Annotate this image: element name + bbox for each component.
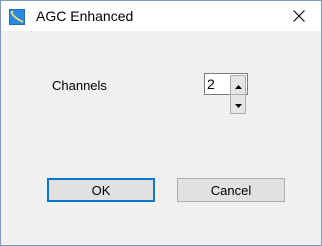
spin-buttons — [230, 75, 246, 114]
channels-input[interactable] — [207, 75, 229, 93]
channels-spinner[interactable] — [204, 73, 248, 114]
close-icon — [293, 10, 305, 22]
close-button[interactable] — [277, 1, 321, 31]
spin-down-button[interactable] — [230, 95, 246, 114]
dialog-body — [1, 31, 321, 245]
cancel-button[interactable]: Cancel — [177, 178, 285, 202]
arrow-down-icon — [234, 95, 242, 113]
spin-up-button[interactable] — [230, 75, 246, 95]
arrow-up-icon — [234, 76, 242, 94]
ok-button[interactable]: OK — [47, 178, 155, 202]
window-title: AGC Enhanced — [36, 8, 134, 24]
channels-label: Channels — [52, 78, 107, 93]
title-bar[interactable]: AGC Enhanced — [1, 1, 321, 31]
dialog-window: AGC Enhanced Channels OK — [0, 0, 322, 246]
app-window-icon — [9, 9, 25, 25]
